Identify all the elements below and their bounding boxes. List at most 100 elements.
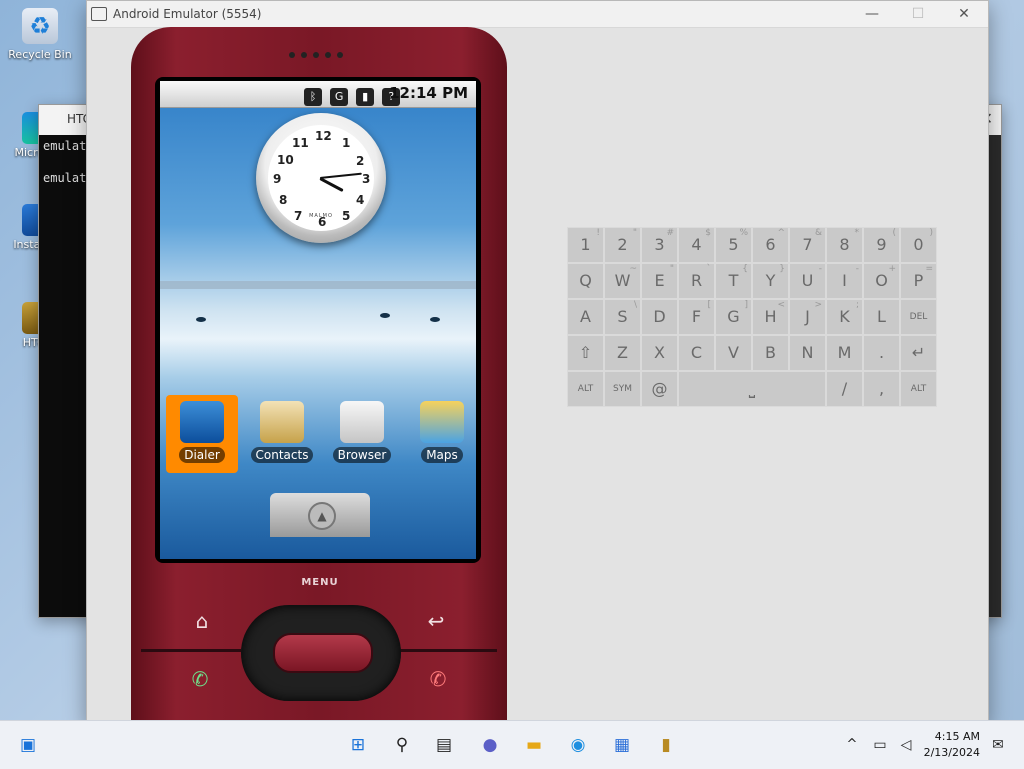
emulator-titlebar[interactable]: Android Emulator (5554) — ☐ ✕ <box>87 1 988 28</box>
desktop-toggle-icon[interactable]: ▣ <box>14 731 42 759</box>
key[interactable]: B <box>752 335 789 371</box>
home-screen[interactable]: ᛒ G ▮ ? 12:14 PM 12 1 2 3 4 5 6 7 8 9 10… <box>160 81 476 559</box>
key[interactable]: . <box>863 335 900 371</box>
key[interactable]: K; <box>826 299 863 335</box>
key-alt: { <box>742 264 748 274</box>
phone-screen: ᛒ G ▮ ? 12:14 PM 12 1 2 3 4 5 6 7 8 9 10… <box>155 77 481 563</box>
close-button[interactable]: ✕ <box>942 3 986 25</box>
signal-icon: ▮ <box>356 88 375 106</box>
key-alt: * <box>854 228 860 238</box>
search-icon[interactable]: ⚲ <box>388 731 416 759</box>
maximize-button[interactable]: ☐ <box>896 3 940 25</box>
key[interactable]: S \ <box>604 299 641 335</box>
emulator-window[interactable]: Android Emulator (5554) — ☐ ✕ ᛒ G ▮ ? 12… <box>86 0 989 724</box>
start-icon[interactable]: ⊞ <box>344 731 372 759</box>
clock[interactable]: 4:15 AM 2/13/2024 <box>924 729 980 761</box>
key[interactable]: G] <box>715 299 752 335</box>
trackball[interactable] <box>273 633 373 673</box>
key-alt: ~ <box>629 264 637 274</box>
rock-decor <box>380 313 390 318</box>
clock-brand: MALMO <box>309 213 333 219</box>
divider <box>141 649 241 652</box>
key[interactable]: V <box>715 335 752 371</box>
key[interactable]: J > <box>789 299 826 335</box>
key[interactable]: ALT <box>567 371 604 407</box>
browser-icon <box>340 401 384 443</box>
key[interactable]: A <box>567 299 604 335</box>
clock-number: 11 <box>292 136 309 150</box>
key[interactable]: E " <box>641 263 678 299</box>
horizon-decor <box>160 281 476 289</box>
key[interactable]: 1! <box>567 227 604 263</box>
key[interactable]: @ <box>641 371 678 407</box>
key[interactable]: M <box>826 335 863 371</box>
back-icon[interactable]: ↩ <box>421 609 451 639</box>
trackball-ring <box>241 605 401 701</box>
key[interactable]: ↵ <box>900 335 937 371</box>
console-scrollbar[interactable] <box>989 135 1001 617</box>
key[interactable]: Q <box>567 263 604 299</box>
key[interactable]: / <box>826 371 863 407</box>
recycle-bin-desktop-icon[interactable]: Recycle Bin <box>2 8 78 61</box>
key[interactable]: O + <box>863 263 900 299</box>
network-icon[interactable]: ▭ <box>866 731 894 759</box>
status-bar[interactable]: ᛒ G ▮ ? 12:14 PM <box>160 81 476 108</box>
app-drawer-handle[interactable]: ▲ <box>270 493 370 537</box>
app-browser[interactable]: Browser <box>326 395 398 473</box>
key[interactable]: DEL <box>900 299 937 335</box>
bluetooth-icon: ᛒ <box>304 88 322 106</box>
home-icon[interactable]: ⌂ <box>187 609 217 639</box>
key[interactable]: Z <box>604 335 641 371</box>
clock-number: 12 <box>315 129 332 143</box>
key[interactable]: X <box>641 335 678 371</box>
key-alt: # <box>666 228 674 238</box>
emulator-taskbar-icon[interactable]: ▮ <box>652 731 680 759</box>
key[interactable]: N <box>789 335 826 371</box>
app-label: Dialer <box>179 447 225 463</box>
key-alt: " <box>669 264 674 274</box>
file-explorer-icon[interactable]: ▬ <box>520 731 548 759</box>
minimize-button[interactable]: — <box>850 3 894 25</box>
clock-number: 1 <box>342 136 351 150</box>
chevron-up-icon[interactable]: ^ <box>838 731 866 759</box>
app-label: Maps <box>421 447 463 463</box>
key[interactable]: ⇧ <box>567 335 604 371</box>
clock-number: 4 <box>356 193 365 207</box>
rock-decor <box>430 317 440 322</box>
key-alt: ) <box>929 228 933 238</box>
tray-time: 4:15 AM <box>934 730 980 743</box>
key-alt: ! <box>596 228 600 238</box>
key[interactable]: F[ <box>678 299 715 335</box>
notification-icon[interactable]: ✉ <box>984 731 1012 759</box>
app-dialer[interactable]: Dialer <box>166 395 238 473</box>
menu-button[interactable]: MENU <box>275 577 365 588</box>
store-icon[interactable]: ▦ <box>608 731 636 759</box>
dialer-icon <box>180 401 224 443</box>
app-contacts[interactable]: Contacts <box>246 395 318 473</box>
key[interactable]: L <box>863 299 900 335</box>
volume-icon[interactable]: ◁ <box>892 731 920 759</box>
key-alt: - <box>855 264 859 274</box>
key[interactable]: C <box>678 335 715 371</box>
key[interactable]: SYM <box>604 371 641 407</box>
edge-icon[interactable]: ◉ <box>564 731 592 759</box>
key-alt: $ <box>705 228 711 238</box>
key-alt: = <box>925 264 933 274</box>
key[interactable]: D <box>641 299 678 335</box>
tray-date: 2/13/2024 <box>923 746 980 759</box>
chevron-up-icon: ▲ <box>308 502 336 530</box>
key[interactable]: P = <box>900 263 937 299</box>
key[interactable]: H < <box>752 299 789 335</box>
chat-icon[interactable]: ● <box>476 731 504 759</box>
key[interactable]: , <box>863 371 900 407</box>
end-call-icon[interactable]: ✆ <box>423 667 453 697</box>
app-maps[interactable]: Maps <box>406 395 476 473</box>
task-view-icon[interactable]: ▤ <box>430 731 458 759</box>
call-icon[interactable]: ✆ <box>185 667 215 697</box>
emulator-title: Android Emulator (5554) <box>113 7 262 21</box>
divider <box>397 649 497 652</box>
taskbar: ▣ ⊞ ⚲ ▤ ● ▬ ◉ ▦ ▮ ^ ▭ ◁ 4:15 AM 2/13/202… <box>0 720 1024 769</box>
analog-clock-widget[interactable]: 12 1 2 3 4 5 6 7 8 9 10 11 MALMO <box>256 113 386 243</box>
key[interactable]: ⎵ <box>678 371 826 407</box>
key[interactable]: ALT <box>900 371 937 407</box>
